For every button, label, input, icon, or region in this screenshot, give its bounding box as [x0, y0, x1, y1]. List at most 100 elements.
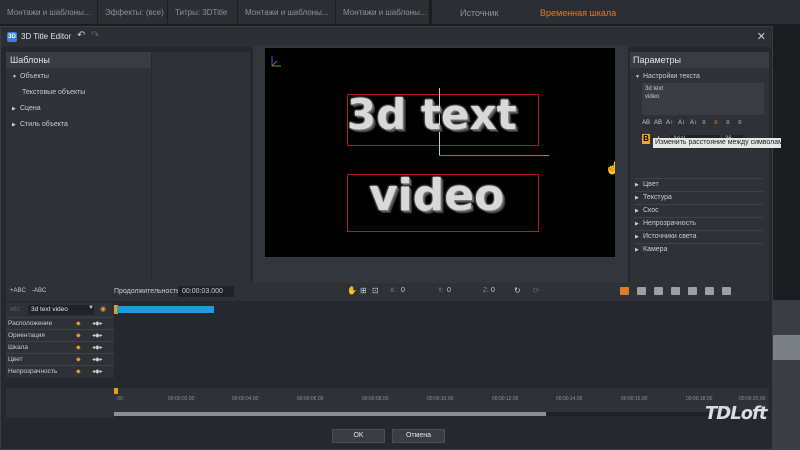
background-panel-highlight — [772, 335, 800, 360]
section-color[interactable]: ▶ Цвет — [635, 181, 659, 188]
track-object-select[interactable]: 3d text video — [28, 305, 94, 315]
align-center-button[interactable]: ≡ — [714, 120, 718, 126]
timeline-scrollbar[interactable] — [114, 412, 769, 416]
tree-item-objects[interactable]: ▼ Объекты — [12, 73, 49, 80]
track-row-opacity[interactable]: Непрозрачность ◆ ◂◆▸ — [6, 365, 114, 376]
preview-text-line1[interactable]: 3d text — [347, 90, 517, 139]
title-editor-dialog: 3D 3D Title Editor ↶ ↷ ✕ Шаблоны ▼ Объект… — [0, 26, 773, 450]
watermark-logo: TDLoft — [705, 403, 767, 424]
dropdown-arrow-icon[interactable]: ▼ — [88, 305, 94, 311]
keyframe-nav-icon[interactable]: ◂◆▸ — [92, 320, 103, 327]
view-bottom-icon[interactable] — [722, 287, 731, 295]
y-field[interactable]: 0 — [447, 287, 451, 294]
align-justify-button[interactable]: ≡ — [738, 120, 742, 126]
redo-icon[interactable]: ↷ — [91, 30, 99, 41]
move-tool-icon[interactable]: ⊞ — [360, 286, 367, 295]
ruler-tick: 00:00:20.00 — [739, 396, 766, 402]
keyframe-nav-icon[interactable]: ◂◆▸ — [92, 344, 103, 351]
x-field[interactable]: 0 — [401, 287, 405, 294]
cancel-button[interactable]: Отмена — [392, 429, 445, 443]
tooltip: Изменить расстояние между символами — [653, 138, 781, 148]
divider — [635, 178, 763, 179]
section-text-settings[interactable]: ▼ Настройки текста — [635, 73, 700, 80]
keyframe-icon[interactable]: ◆ — [76, 344, 81, 351]
format-button-5[interactable]: A↕ — [690, 120, 697, 126]
format-button-2[interactable]: AB — [654, 120, 662, 126]
reset-icon[interactable]: ↻ — [514, 286, 521, 295]
ruler-tick: 00:00:16.00 — [621, 396, 648, 402]
section-lights[interactable]: ▶ Источники света — [635, 233, 697, 240]
track-row-orientation[interactable]: Ориентация ◆ ◂◆▸ — [6, 329, 114, 340]
align-right-button[interactable]: ≡ — [726, 120, 730, 126]
track-row-scale[interactable]: Шкала ◆ ◂◆▸ — [6, 341, 114, 352]
app-tab-effects[interactable]: Эффекты: (все) — [98, 0, 168, 24]
rotate-tool-icon[interactable]: ⊡ — [372, 286, 379, 295]
text-color-button[interactable]: B — [642, 134, 650, 144]
collapsed-triangle-icon: ▶ — [635, 221, 639, 227]
expanded-triangle-icon: ▼ — [12, 74, 17, 80]
preview-text-line2[interactable]: video — [369, 170, 504, 221]
keyframe-icon[interactable]: ◆ — [76, 368, 81, 375]
format-button-3[interactable]: A↑ — [666, 120, 673, 126]
track-list: ABC 3d text video ▼ ◉ Расположение ◆ ◂◆▸… — [6, 303, 114, 378]
track-row-color[interactable]: Цвет ◆ ◂◆▸ — [6, 353, 114, 364]
template-thumbnails-panel — [152, 52, 250, 296]
keyframe-nav-icon[interactable]: ◂◆▸ — [92, 368, 103, 375]
align-left-button[interactable]: ≡ — [702, 120, 706, 126]
view-front-icon[interactable] — [637, 287, 646, 295]
ruler-tick: 00:00:02.00 — [168, 396, 195, 402]
hand-tool-icon[interactable]: ✋ — [347, 286, 357, 295]
track-row-position[interactable]: Расположение ◆ ◂◆▸ — [6, 317, 114, 328]
section-opacity[interactable]: ▶ Непрозрачность — [635, 220, 696, 227]
format-button-1[interactable]: AB — [642, 120, 650, 126]
timeline-area[interactable] — [114, 303, 769, 378]
view-side-icon[interactable] — [654, 287, 663, 295]
tab-timeline[interactable]: Временная шкала — [540, 0, 616, 24]
preview-frame: 3d text video ☝ ◀ ◖ ⟲ ⏮ ◀ ▶ ▶ ⏭ — [253, 45, 628, 296]
app-tab-montages-3[interactable]: Монтажи и шаблоны... — [336, 0, 430, 24]
app-tab-montages-2[interactable]: Монтажи и шаблоны... — [238, 0, 336, 24]
ruler-tick: 00:00:10.00 — [427, 396, 454, 402]
section-bevel[interactable]: ▶ Скос — [635, 207, 659, 214]
ruler-playhead[interactable] — [114, 388, 118, 394]
tab-source[interactable]: Источник — [460, 0, 498, 24]
undo-icon[interactable]: ↶ — [77, 30, 85, 41]
collapsed-triangle-icon: ▶ — [635, 195, 639, 201]
view-back-icon[interactable] — [705, 287, 714, 295]
text-content-field[interactable]: 3d text video — [642, 83, 764, 115]
keyframe-nav-icon[interactable]: ◂◆▸ — [92, 332, 103, 339]
z-field[interactable]: 0 — [491, 287, 495, 294]
axis-x-line — [439, 155, 549, 156]
section-texture[interactable]: ▶ Текстура — [635, 194, 672, 201]
app-tab-montages-1[interactable]: Монтажи и шаблоны... — [0, 0, 98, 24]
preview-canvas[interactable]: 3d text video ☝ — [265, 48, 615, 257]
timeline-scroll-thumb[interactable] — [114, 412, 547, 416]
divider — [635, 217, 763, 218]
keyframe-nav-icon[interactable]: ◂◆▸ — [92, 356, 103, 363]
keyframe-icon[interactable]: ◆ — [76, 332, 81, 339]
tree-item-object-style[interactable]: ▶ Стиль объекта — [12, 121, 68, 128]
close-icon[interactable]: ✕ — [757, 30, 766, 43]
timeline-clip[interactable] — [117, 306, 214, 313]
ok-button[interactable]: OK — [332, 429, 385, 443]
dialog-title: 3D Title Editor — [21, 32, 72, 41]
section-camera[interactable]: ▶ Камера — [635, 246, 667, 253]
tree-item-scene[interactable]: ▶ Сцена — [12, 105, 41, 112]
keyframe-icon[interactable]: ◆ — [76, 356, 81, 363]
view-top-icon[interactable] — [671, 287, 680, 295]
background-panel — [772, 300, 800, 450]
link-icon[interactable]: ⟳ — [533, 286, 540, 295]
keyframe-icon[interactable]: ◆ — [76, 320, 81, 327]
visibility-eye-icon[interactable]: ◉ — [100, 305, 106, 313]
timeline-ruler[interactable]: ;00 00:00:02.00 00:00:04.00 00:00:06.00 … — [114, 388, 769, 414]
app-tab-titles[interactable]: Титры: 3DTitle — [168, 0, 238, 24]
remove-text-button[interactable]: -ABC — [32, 288, 46, 294]
camera-view-icon[interactable] — [620, 287, 629, 295]
view-perspective-icon[interactable] — [688, 287, 697, 295]
add-text-button[interactable]: +ABC — [10, 288, 26, 294]
expanded-triangle-icon: ▼ — [635, 74, 640, 80]
tree-item-text-objects[interactable]: Текстовые объекты — [22, 89, 85, 96]
x-label: X: — [390, 288, 396, 294]
format-button-4[interactable]: A↕ — [678, 120, 685, 126]
duration-field[interactable]: 00:00:03.000 — [178, 286, 234, 297]
